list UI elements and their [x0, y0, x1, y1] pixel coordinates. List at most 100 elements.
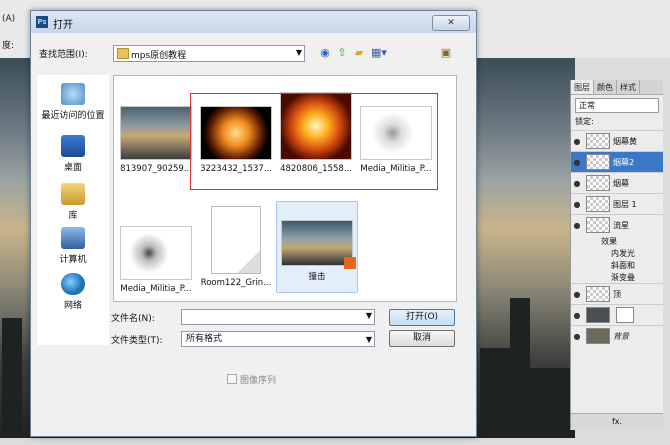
place-recent[interactable]: 最近访问的位置	[37, 83, 109, 121]
file-thumbnail	[120, 226, 192, 280]
chevron-down-icon: ▼	[295, 48, 302, 57]
eye-icon[interactable]: ●	[571, 137, 583, 146]
file-name: 813907_90259...	[120, 164, 192, 174]
network-globe-icon	[61, 273, 85, 295]
place-network[interactable]: 网络	[37, 273, 109, 311]
layer-thumbnail	[586, 175, 610, 191]
layers-panel: 图层 颜色 样式 正常 锁定: ● 烟幕黄 ● 烟幕2 ● 烟幕 ● 图层 1 ● 流星 …	[570, 80, 663, 430]
bridge-folder-icon[interactable]: ▣	[439, 45, 453, 60]
layer-name: 图层 1	[613, 199, 637, 209]
file-item[interactable]: 813907_90259...	[116, 106, 196, 174]
effect-row[interactable]: 渐变叠	[571, 271, 663, 283]
tab-styles[interactable]: 样式	[617, 80, 640, 94]
layer-row[interactable]: ● 顶	[571, 283, 663, 304]
dialog-titlebar: Ps 打开 ✕	[31, 11, 476, 33]
filetype-select[interactable]: 所有格式 ▼	[181, 331, 375, 347]
effect-name: 斜面和	[611, 260, 635, 270]
layer-thumbnail	[586, 154, 610, 170]
computer-icon	[61, 227, 85, 249]
file-item[interactable]: Media_Militia_P...	[116, 226, 196, 294]
chevron-down-icon: ▼	[365, 335, 372, 344]
new-folder-icon[interactable]: ▰	[352, 45, 366, 60]
place-label: 网络	[63, 301, 82, 311]
layer-thumbnail	[586, 307, 610, 323]
effect-name: 内发光	[611, 248, 635, 258]
close-button[interactable]: ✕	[432, 15, 470, 31]
effect-row[interactable]: 内发光	[571, 247, 663, 259]
layer-thumbnail	[586, 196, 610, 212]
blank-file-icon	[211, 206, 261, 274]
image-sequence-checkbox[interactable]	[227, 374, 237, 384]
effect-name: 效果	[601, 236, 617, 246]
tab-color[interactable]: 颜色	[594, 80, 617, 94]
file-item[interactable]: Room122_Grin...	[196, 206, 276, 288]
layer-thumbnail	[586, 328, 610, 344]
filename-input[interactable]: ▼	[181, 309, 375, 325]
layers-bottom-toolbar[interactable]: fx.	[571, 413, 663, 430]
place-library[interactable]: 库	[37, 183, 109, 221]
layer-name: 顶	[613, 289, 621, 299]
library-icon	[61, 183, 85, 205]
image-sequence-label: 图像序列	[240, 376, 277, 386]
layer-mask-thumbnail	[616, 307, 634, 323]
image-sequence-option[interactable]: 图像序列	[227, 373, 276, 386]
open-button[interactable]: 打开(O)	[389, 309, 455, 326]
eye-icon[interactable]: ●	[571, 290, 583, 299]
layer-row[interactable]: ● 烟幕	[571, 172, 663, 193]
blend-mode-select[interactable]: 正常	[575, 98, 659, 113]
layer-row[interactable]: ● 烟幕黄	[571, 130, 663, 151]
lookin-dropdown[interactable]: mps原创教程 ▼	[113, 45, 305, 62]
file-thumbnail	[120, 106, 192, 160]
back-icon[interactable]: ◉	[318, 45, 332, 60]
eye-icon[interactable]: ●	[571, 311, 583, 320]
place-label: 桌面	[63, 163, 82, 173]
eye-icon[interactable]: ●	[571, 200, 583, 209]
place-desktop[interactable]: 桌面	[37, 135, 109, 173]
desktop-icon	[61, 135, 85, 157]
psd-file-thumbnail	[281, 220, 356, 269]
layer-row[interactable]: ●	[571, 304, 663, 325]
file-name: 撞击	[308, 272, 326, 282]
layer-thumbnail	[586, 133, 610, 149]
menu-fragment[interactable]: (A)	[0, 14, 32, 28]
photoshop-badge-icon	[344, 257, 356, 269]
layer-name: 流星	[613, 220, 629, 230]
cancel-button[interactable]: 取消	[389, 330, 455, 347]
file-list: 813907_90259... 3223432_1537... 4820806_…	[113, 75, 457, 302]
layer-row[interactable]: ● 图层 1	[571, 193, 663, 214]
options-fragment: 度:	[2, 41, 15, 51]
tab-layers[interactable]: 图层	[571, 80, 594, 94]
eye-icon[interactable]: ●	[571, 332, 583, 341]
lock-label: 锁定:	[575, 117, 594, 126]
eye-icon[interactable]: ●	[571, 179, 583, 188]
layer-thumbnail	[586, 286, 610, 302]
eye-icon[interactable]: ●	[571, 158, 583, 167]
file-item-selected[interactable]: 撞击	[276, 201, 358, 293]
folder-icon	[117, 48, 129, 59]
close-icon: ✕	[447, 18, 455, 28]
place-label: 最近访问的位置	[41, 111, 105, 121]
eye-icon[interactable]: ●	[571, 221, 583, 230]
up-folder-icon[interactable]: ⇧	[335, 45, 349, 60]
place-computer[interactable]: 计算机	[37, 227, 109, 265]
file-name: Media_Militia_P...	[120, 284, 192, 294]
layer-name: 烟幕2	[613, 157, 635, 167]
layer-row[interactable]: ● 背景	[571, 325, 663, 346]
layer-name: 烟幕黄	[613, 136, 637, 146]
place-label: 计算机	[59, 255, 87, 265]
effects-row[interactable]: 效果	[571, 235, 663, 247]
filename-label: 文件名(N):	[111, 314, 155, 324]
layer-name: 背景	[613, 331, 629, 341]
effect-name: 渐变叠	[611, 272, 635, 282]
layer-row-selected[interactable]: ● 烟幕2	[571, 151, 663, 172]
effect-row[interactable]: 斜面和	[571, 259, 663, 271]
lookin-value: mps原创教程	[131, 51, 187, 61]
recent-places-icon	[61, 83, 85, 105]
view-menu-icon[interactable]: ▦▾	[369, 45, 389, 60]
places-bar: 最近访问的位置 桌面 库 计算机 网络	[37, 75, 109, 345]
layer-name: 烟幕	[613, 178, 629, 188]
layer-row[interactable]: ● 流星	[571, 214, 663, 235]
place-label: 库	[68, 211, 78, 221]
chevron-down-icon[interactable]: ▼	[366, 311, 372, 320]
highlight-annotation	[190, 93, 438, 190]
